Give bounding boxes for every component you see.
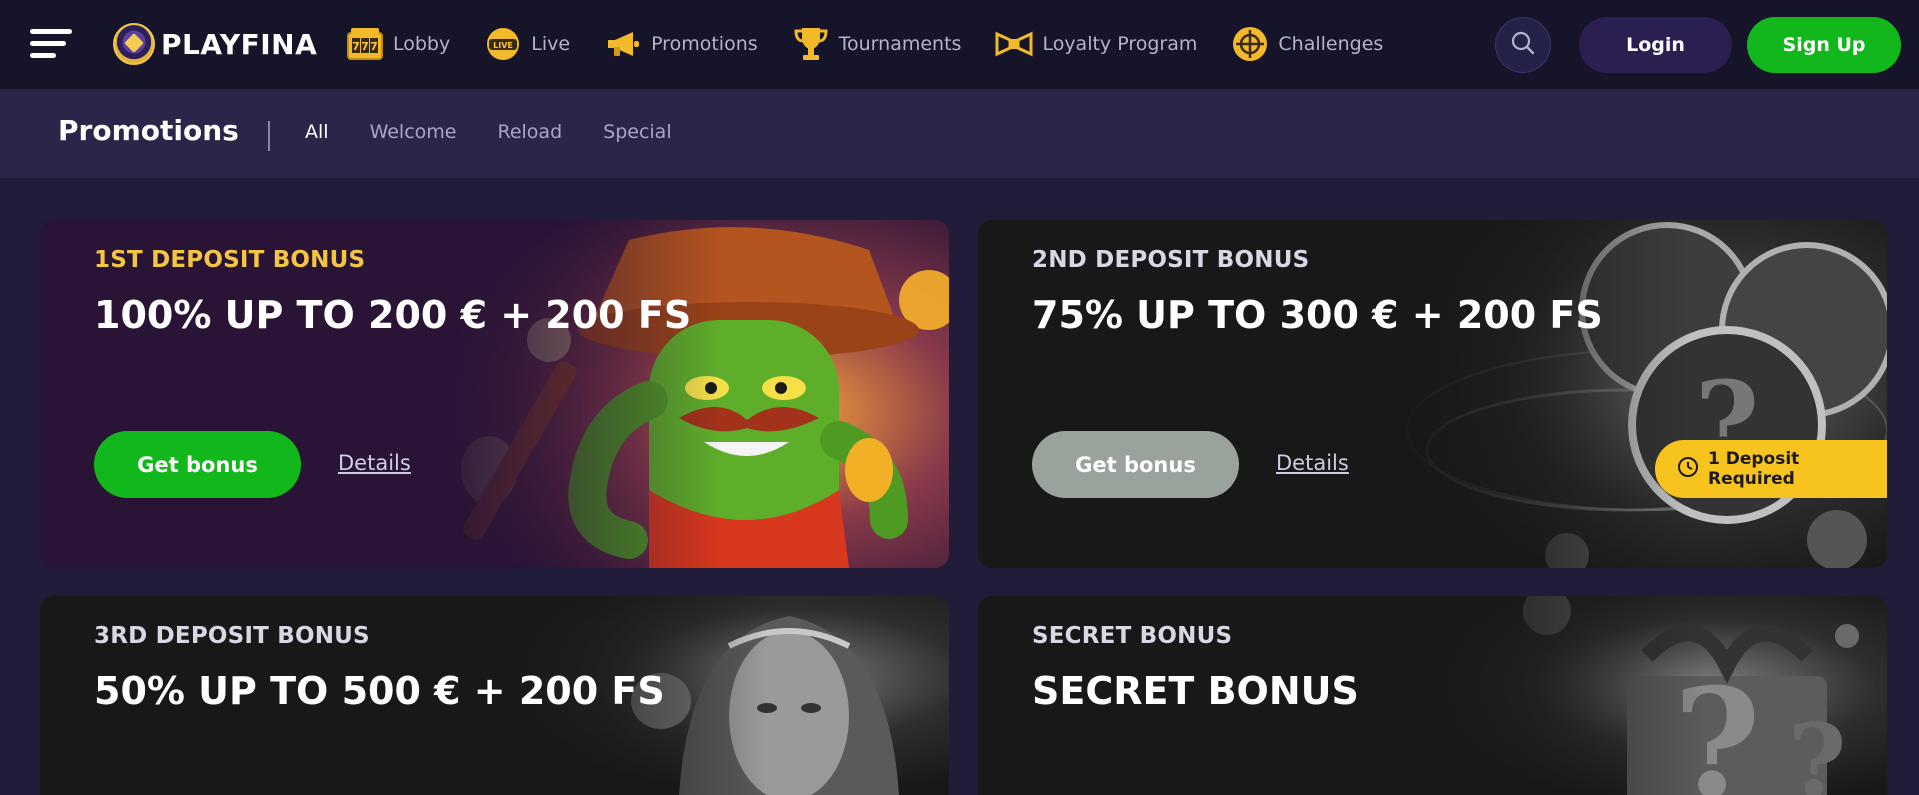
tab-reload[interactable]: Reload	[497, 121, 562, 143]
page-title: Promotions	[58, 114, 239, 147]
hamburger-menu-icon[interactable]	[30, 29, 72, 61]
deposit-required-badge: 1 Deposit Required	[1655, 440, 1887, 498]
clock-icon	[1677, 456, 1699, 483]
nav-label: Live	[531, 33, 571, 55]
card-headline: SECRET BONUS	[1032, 669, 1359, 713]
promo-card-secret-bonus: ? ? SECRET BONUS SECRET BONUS	[978, 596, 1887, 795]
details-link[interactable]: Details	[1276, 451, 1349, 475]
nav-label: Loyalty Program	[1042, 33, 1198, 55]
nav-item-promotions[interactable]: Promotions	[604, 25, 758, 63]
card-category: 2ND DEPOSIT BONUS	[1032, 247, 1310, 273]
promo-card-third-deposit: 3RD DEPOSIT BONUS 50% UP TO 500 € + 200 …	[40, 596, 949, 795]
nav-item-live[interactable]: LIVE Live	[484, 25, 570, 63]
nav-label: Challenges	[1278, 33, 1384, 55]
tab-special[interactable]: Special	[603, 121, 671, 143]
nav-label: Lobby	[393, 33, 451, 55]
card-headline: 100% UP TO 200 € + 200 FS	[94, 293, 692, 337]
nav-label: Tournaments	[838, 33, 962, 55]
get-bonus-button[interactable]: Get bonus	[94, 431, 301, 498]
nav-label: Promotions	[651, 33, 758, 55]
nav-item-challenges[interactable]: Challenges	[1231, 25, 1383, 63]
crosshair-icon	[1231, 25, 1269, 63]
slot-777-icon: 7 7 7	[346, 25, 384, 63]
title-divider	[268, 121, 270, 151]
live-badge-icon: LIVE	[484, 25, 522, 63]
card-category: SECRET BONUS	[1032, 623, 1233, 649]
card-headline: 75% UP TO 300 € + 200 FS	[1032, 293, 1603, 337]
top-navigation-bar: PLAYFINA 7 7 7 Lobby LIVE Live Promotion…	[0, 0, 1919, 89]
card-category: 3RD DEPOSIT BONUS	[94, 623, 370, 649]
nav-item-loyalty-program[interactable]: Loyalty Program	[995, 25, 1197, 63]
ribbon-icon	[995, 25, 1033, 63]
trophy-icon	[792, 25, 830, 63]
nav-item-tournaments[interactable]: Tournaments	[792, 25, 962, 63]
promo-card-first-deposit: 1ST DEPOSIT BONUS 100% UP TO 200 € + 200…	[40, 220, 949, 568]
login-button[interactable]: Login	[1579, 17, 1732, 73]
card-headline: 50% UP TO 500 € + 200 FS	[94, 669, 665, 713]
nav-item-lobby[interactable]: 7 7 7 Lobby	[346, 25, 450, 63]
brand-name: PLAYFINA	[161, 27, 318, 61]
search-icon	[1510, 30, 1536, 60]
brand-emblem-icon	[113, 23, 155, 65]
main-nav: 7 7 7 Lobby LIVE Live Promotions Tournam…	[346, 22, 1417, 66]
svg-text:7: 7	[361, 40, 369, 53]
deposit-required-text: 1 Deposit Required	[1708, 449, 1800, 489]
promotion-filter-tabs: All Welcome Reload Special	[305, 121, 713, 143]
brand-logo[interactable]: PLAYFINA	[113, 22, 317, 66]
tab-welcome[interactable]: Welcome	[370, 121, 457, 143]
live-badge-text: LIVE	[493, 41, 513, 50]
card-category: 1ST DEPOSIT BONUS	[94, 247, 366, 273]
megaphone-icon	[604, 25, 642, 63]
get-bonus-button-disabled[interactable]: Get bonus	[1032, 431, 1239, 498]
signup-button[interactable]: Sign Up	[1747, 17, 1901, 73]
search-button[interactable]	[1495, 17, 1551, 73]
svg-text:7: 7	[370, 40, 378, 53]
promotions-subnav: Promotions All Welcome Reload Special	[0, 89, 1919, 178]
tab-all[interactable]: All	[305, 121, 329, 143]
details-link[interactable]: Details	[338, 451, 411, 475]
promo-card-second-deposit: ? 2ND DEPOSIT BONUS 75% UP TO 300 € + 20…	[978, 220, 1887, 568]
svg-text:7: 7	[352, 40, 360, 53]
